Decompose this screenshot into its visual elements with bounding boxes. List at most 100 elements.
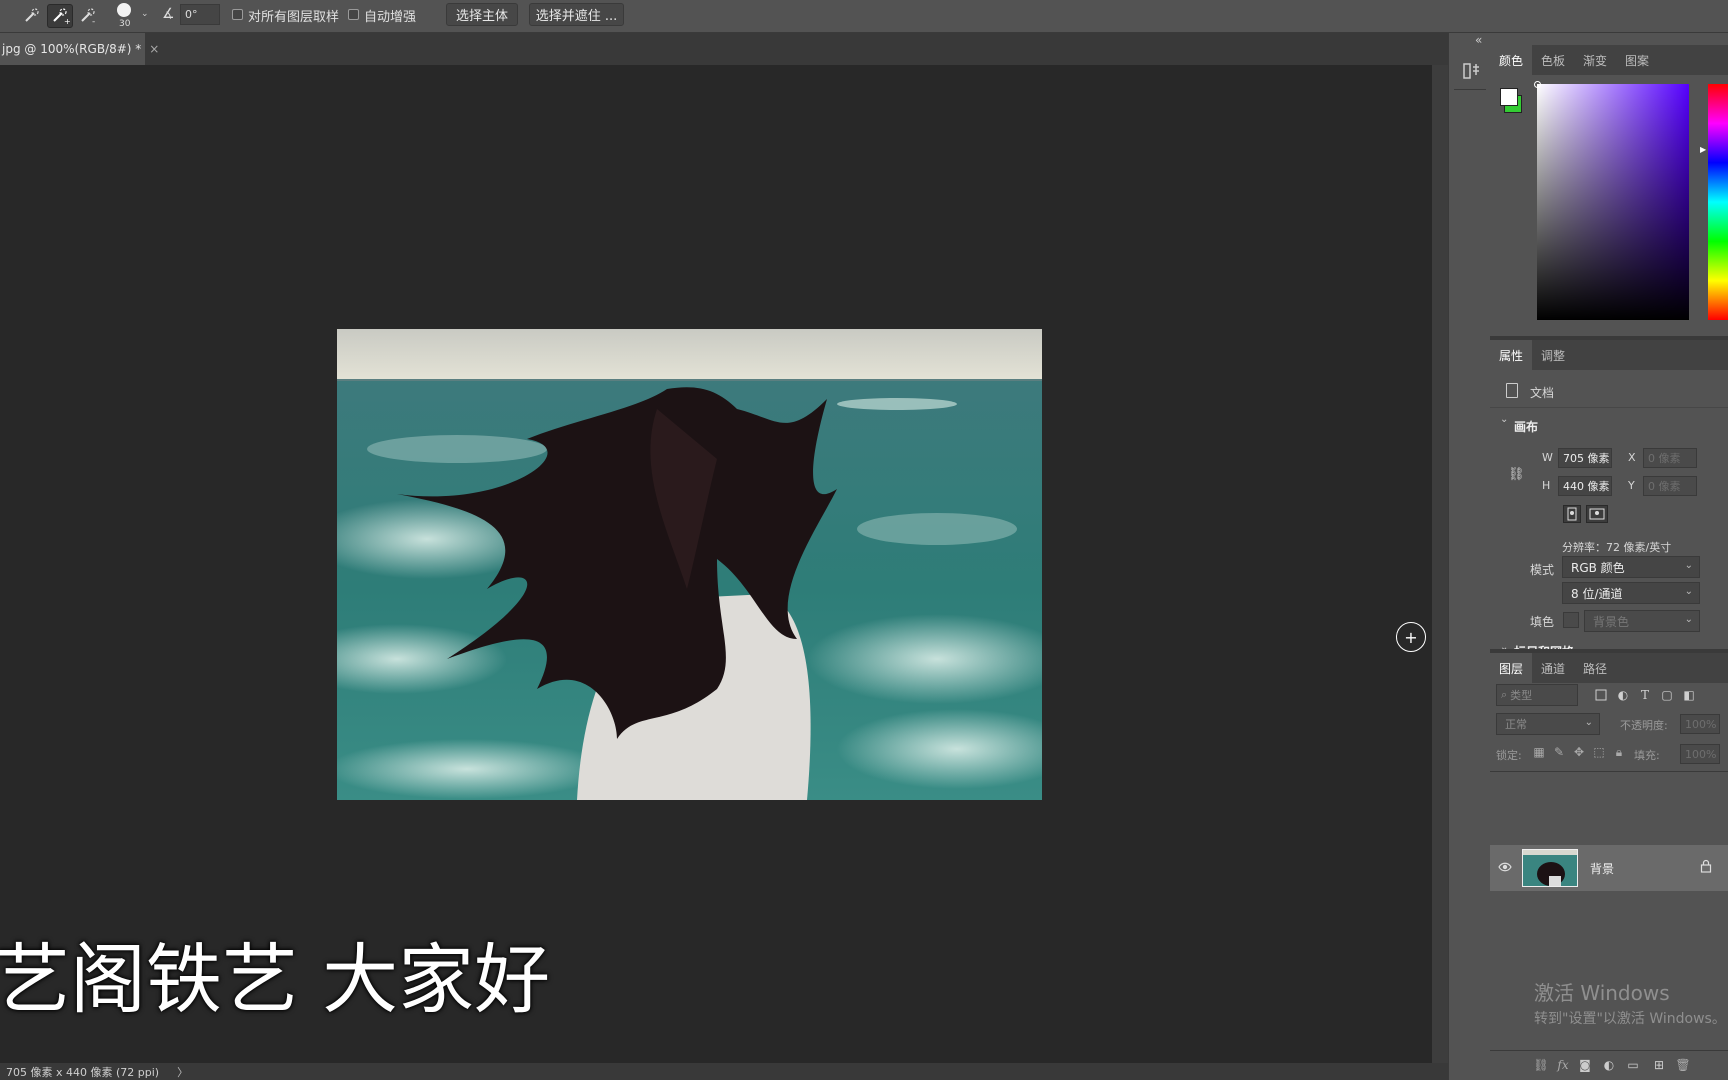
height-label: H xyxy=(1542,479,1551,492)
history-panel-icon[interactable] xyxy=(1463,61,1481,81)
opacity-label: 不透明度: xyxy=(1620,719,1668,732)
select-and-mask-button[interactable]: 选择并遮住 ... xyxy=(529,3,624,26)
chevron-down-icon[interactable]: ⌄ xyxy=(1500,414,1508,425)
y-input[interactable]: 0 像素 xyxy=(1643,476,1697,496)
tab-paths[interactable]: 路径 xyxy=(1574,653,1616,683)
video-subtitle: 艺阁铁艺 大家好 xyxy=(0,935,551,1024)
lock-position-icon[interactable]: ✥ xyxy=(1572,745,1586,759)
mode-select-value: RGB 颜色 xyxy=(1571,560,1625,575)
tab-properties[interactable]: 属性 xyxy=(1490,340,1533,370)
auto-enhance-checkbox[interactable] xyxy=(348,9,359,20)
panel-dock: « xyxy=(1448,33,1490,1080)
layer-row[interactable]: 背景 xyxy=(1490,845,1728,891)
watermark-line1: 激活 Windows xyxy=(1534,981,1670,1005)
shape-filter-icon[interactable]: ▢ xyxy=(1660,688,1674,702)
width-label: W xyxy=(1542,451,1553,464)
right-panels: 颜色 色板 渐变 图案 ▶ 属性 调整 文档 ⌄ 画布 ⛓ W 705 像素 X… xyxy=(1490,33,1728,1080)
y-label: Y xyxy=(1628,479,1635,492)
opacity-input[interactable]: 100% xyxy=(1680,714,1720,734)
hue-slider-handle-icon[interactable]: ▶ xyxy=(1700,145,1706,154)
layer-filter-select[interactable]: ⌕ 类型 xyxy=(1496,684,1578,706)
tab-channels[interactable]: 通道 xyxy=(1532,653,1574,683)
sample-all-layers-checkbox[interactable] xyxy=(232,9,243,20)
tab-color[interactable]: 颜色 xyxy=(1490,45,1533,75)
smart-object-filter-icon[interactable]: ◧ xyxy=(1682,688,1696,702)
portrait-orientation-icon[interactable] xyxy=(1563,505,1581,523)
bit-depth-select[interactable]: 8 位/通道 ⌄ xyxy=(1562,582,1700,604)
tab-adjustments[interactable]: 调整 xyxy=(1532,340,1574,370)
chevron-down-icon: ⌄ xyxy=(1684,586,1693,597)
document-label: 文档 xyxy=(1530,386,1555,400)
sample-all-layers-label: 对所有图层取样 xyxy=(248,10,340,25)
lock-artboard-icon[interactable]: ⬚ xyxy=(1592,745,1606,759)
height-input[interactable]: 440 像素 xyxy=(1558,476,1612,496)
type-filter-icon[interactable]: T xyxy=(1638,688,1652,702)
watermark-line2: 转到"设置"以激活 Windows。 xyxy=(1534,1011,1726,1027)
layers-panel-tabs: 图层 通道 路径 xyxy=(1490,653,1728,683)
blend-mode-value: 正常 xyxy=(1505,718,1527,731)
x-input[interactable]: 0 像素 xyxy=(1643,448,1697,468)
mode-select[interactable]: RGB 颜色 ⌄ xyxy=(1562,556,1700,578)
fill-color-swatch[interactable] xyxy=(1563,612,1579,628)
fill-select-value: 背景色 xyxy=(1593,614,1630,629)
hue-slider[interactable] xyxy=(1708,84,1728,320)
properties-panel-tabs: 属性 调整 xyxy=(1490,340,1728,370)
new-layer-icon[interactable]: ⊞ xyxy=(1652,1058,1666,1072)
link-layers-icon[interactable]: ⛓ xyxy=(1533,1058,1548,1072)
document-image[interactable] xyxy=(337,329,1042,800)
brush-cursor-icon: + xyxy=(1396,622,1426,652)
collapse-panels-icon[interactable]: « xyxy=(1475,33,1482,47)
eye-icon[interactable] xyxy=(1498,860,1512,874)
quick-selection-add-icon[interactable]: + xyxy=(47,4,73,28)
color-field[interactable] xyxy=(1534,81,1689,320)
tab-swatches[interactable]: 色板 xyxy=(1532,45,1574,75)
document-icon xyxy=(1506,383,1518,398)
vertical-scrollbar[interactable] xyxy=(1432,65,1448,1063)
mode-label: 模式 xyxy=(1530,563,1555,577)
fill-select[interactable]: 背景色 ⌄ xyxy=(1584,610,1700,632)
document-info: 705 像素 x 440 像素 (72 ppi) xyxy=(6,1065,160,1079)
svg-text:+: + xyxy=(64,17,70,25)
quick-selection-new-icon[interactable] xyxy=(19,4,45,28)
layer-style-icon[interactable]: fx xyxy=(1556,1058,1570,1072)
lock-image-pixels-icon[interactable]: ✎ xyxy=(1552,745,1566,759)
auto-enhance-label: 自动增强 xyxy=(364,10,417,25)
search-icon: ⌕ xyxy=(1501,688,1508,701)
layer-name[interactable]: 背景 xyxy=(1590,860,1614,877)
tab-layers[interactable]: 图层 xyxy=(1490,653,1533,683)
tab-gradients[interactable]: 渐变 xyxy=(1574,45,1616,75)
chevron-down-icon: ⌄ xyxy=(1684,614,1693,625)
add-mask-icon[interactable]: ◙ xyxy=(1578,1058,1592,1072)
layer-thumbnail[interactable] xyxy=(1522,849,1578,887)
lock-transparent-pixels-icon[interactable]: ▦ xyxy=(1532,745,1546,759)
document-tab-bar xyxy=(0,33,1450,65)
close-icon[interactable]: × xyxy=(149,42,159,56)
windows-activation-watermark: 激活 Windows 转到"设置"以激活 Windows。 xyxy=(1534,977,1726,1028)
folder-icon[interactable]: ▭ xyxy=(1626,1058,1640,1072)
adjustment-filter-icon[interactable]: ◐ xyxy=(1616,688,1630,702)
status-menu-arrow-icon[interactable]: 〉 xyxy=(177,1064,188,1080)
status-bar: 705 像素 x 440 像素 (72 ppi) 〉 xyxy=(0,1063,1448,1080)
pixel-filter-icon[interactable] xyxy=(1594,688,1608,702)
document-tab[interactable]: jpg @ 100%(RGB/8#) * × xyxy=(0,33,159,65)
foreground-color-swatch[interactable] xyxy=(1500,88,1518,106)
lock-icon xyxy=(1700,859,1712,873)
color-picker-marker[interactable] xyxy=(1534,81,1541,88)
chevron-down-icon[interactable]: ⌄ xyxy=(141,9,149,19)
color-panel-tabs: 颜色 色板 渐变 图案 xyxy=(1490,45,1728,75)
brush-preview-icon[interactable] xyxy=(117,3,131,17)
width-input[interactable]: 705 像素 xyxy=(1558,448,1612,468)
blend-mode-select[interactable]: 正常 ⌄ xyxy=(1496,713,1600,735)
landscape-orientation-icon[interactable] xyxy=(1586,505,1608,523)
trash-icon[interactable]: 🗑︎ xyxy=(1675,1058,1690,1072)
link-icon[interactable]: ⛓ xyxy=(1508,467,1525,482)
quick-selection-subtract-icon[interactable]: - xyxy=(75,4,101,28)
select-subject-button[interactable]: 选择主体 xyxy=(446,3,518,26)
fill-opacity-input[interactable]: 100% xyxy=(1680,744,1720,764)
lock-all-icon[interactable]: 🔒︎ xyxy=(1612,745,1626,759)
chevron-down-icon: ⌄ xyxy=(1584,717,1593,728)
chevron-down-icon: ⌄ xyxy=(1684,560,1693,571)
adjustment-layer-icon[interactable]: ◐ xyxy=(1602,1058,1616,1072)
angle-input[interactable]: 0° xyxy=(180,4,220,25)
tab-patterns[interactable]: 图案 xyxy=(1616,45,1658,75)
